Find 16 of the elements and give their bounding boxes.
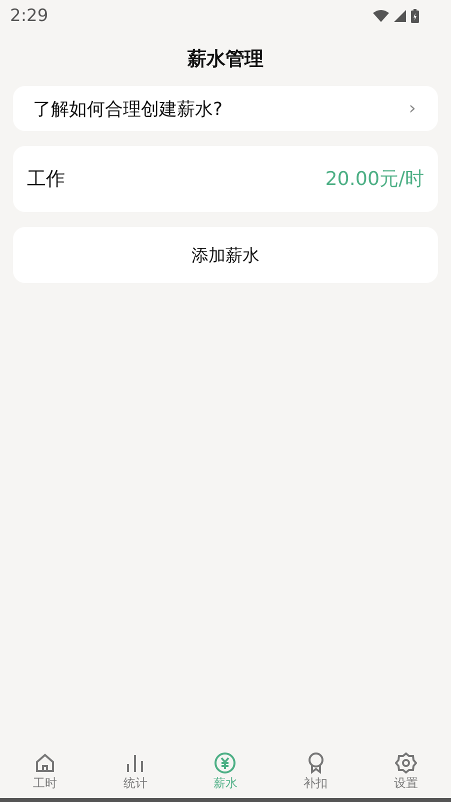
guide-link[interactable]: 了解如何合理创建薪水? ›: [13, 86, 438, 131]
signal-icon: [394, 10, 406, 22]
yuan-icon: [214, 752, 236, 774]
tab[interactable]: 补扣: [286, 752, 346, 792]
home-icon: [34, 752, 56, 774]
tab[interactable]: 工时: [15, 752, 76, 792]
status-time: 2:29: [10, 6, 48, 26]
wifi-icon: [373, 10, 389, 22]
battery-icon: [411, 9, 419, 23]
settings-icon: [394, 752, 417, 774]
salary-item[interactable]: 工作 20.00元/时: [13, 146, 438, 212]
tab[interactable]: 薪水: [195, 752, 256, 792]
tab[interactable]: 统计: [105, 752, 166, 792]
add-salary-button[interactable]: 添加薪水: [13, 227, 438, 283]
page-title: 薪水管理: [186, 47, 264, 72]
tab[interactable]: 设置: [376, 752, 436, 792]
